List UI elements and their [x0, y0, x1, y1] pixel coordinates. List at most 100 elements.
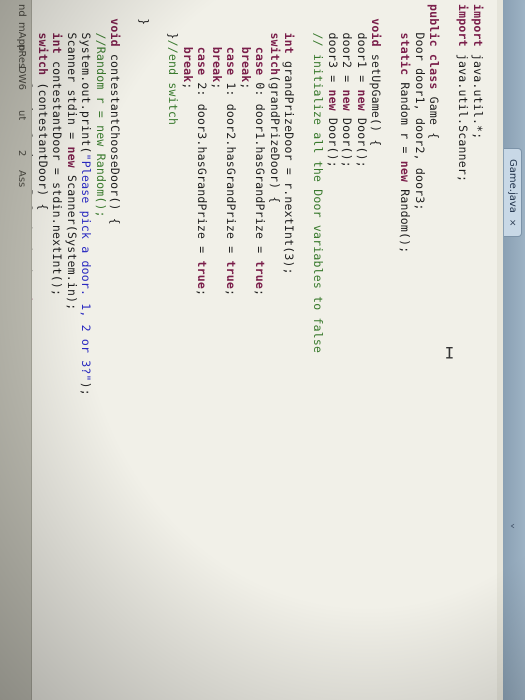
code-token: door2 = [340, 4, 355, 90]
code-token: switch [36, 32, 50, 76]
code-line[interactable]: int grandPrizeDoor = r.nextInt(3); [282, 4, 297, 396]
code-line[interactable]: Door door1, door2, door3; [413, 4, 427, 396]
code-line[interactable]: switch (contestantDoor) { [36, 4, 50, 396]
code-line[interactable]: switch(grandPrizeDoor) { [268, 4, 282, 396]
code-line[interactable] [152, 4, 167, 396]
code-line[interactable]: break; [239, 4, 253, 396]
sidebar-item[interactable]: nd [16, 4, 27, 17]
code-token: setUpGame() { [369, 46, 384, 147]
code-token: Door(); [340, 110, 355, 168]
code-token: ; [210, 82, 224, 90]
code-line[interactable]: } [137, 4, 152, 396]
code-line[interactable]: // initialize all the Door variables to … [311, 4, 326, 396]
code-token: import [456, 4, 471, 47]
code-token: case [224, 46, 239, 76]
code-token: java.util.Scanner; [456, 46, 471, 183]
sidebar-item[interactable]: DW6 [16, 66, 27, 90]
code-token: //Random r = new Random(); [94, 32, 108, 218]
code-line[interactable]: Scanner stdin = new Scanner(System.in); [65, 4, 79, 396]
code-line[interactable]: }//end switch [166, 4, 181, 396]
code-token: true [253, 260, 268, 289]
code-token: ; [253, 288, 268, 297]
sidebar-item[interactable]: nRes [16, 44, 27, 68]
code-line[interactable]: int contestantDoor = stdin.nextInt(); [50, 4, 65, 396]
code-token: ; [195, 288, 210, 297]
code-line[interactable]: door2 = new Door(); [340, 4, 355, 396]
code-token: Game { [427, 89, 442, 140]
code-token: ; [181, 82, 195, 90]
code-token: int [50, 32, 65, 54]
code-line[interactable]: //Random r = new Random(); [94, 4, 108, 396]
code-line[interactable]: import java.util.*; [471, 4, 485, 396]
close-icon[interactable]: × [507, 219, 517, 227]
tab-menu-icon[interactable]: ⌄ [505, 520, 523, 532]
sidebar-item[interactable]: Ass [16, 170, 27, 187]
code-token: break [181, 46, 195, 83]
code-token: Door door1, door2, door3; [413, 4, 427, 211]
code-token: contestantChooseDoor() { [108, 46, 123, 225]
code-token: ; [224, 288, 239, 297]
code-line[interactable]: System.out.print("Please pick a door. 1,… [79, 4, 94, 395]
code-token: 2: door3.hasGrandPrize = [195, 75, 210, 261]
code-token: void [369, 18, 384, 47]
code-token: Random(); [398, 182, 413, 254]
code-token: // initialize all the Door variables to … [311, 32, 326, 354]
code-token: break [239, 46, 253, 83]
code-token: 0: door1.hasGrandPrize = [253, 75, 268, 261]
code-token: new [340, 89, 355, 111]
code-token: (grandPrizeDoor) { [268, 75, 282, 204]
code-token: java.util.*; [471, 46, 485, 140]
code-line[interactable] [123, 4, 138, 396]
code-line[interactable]: public class Game { [427, 4, 442, 396]
code-line[interactable]: case 1: door1.chosenByContestant = true; [32, 4, 36, 396]
ide-window: Game.java × ⌄ import java.util.*; import j… [0, 0, 525, 700]
code-line[interactable]: case 1: door2.hasGrandPrize = true; [224, 4, 239, 396]
code-editor[interactable]: import java.util.*; import java.util.Scan… [32, 0, 503, 700]
code-token: import [471, 4, 485, 47]
code-token: "Please pick a door. 1, 2 or 3?" [79, 153, 94, 382]
code-token: static [398, 32, 413, 76]
code-token: new [355, 89, 369, 111]
code-token: new [326, 89, 340, 111]
code-token: case [253, 46, 268, 76]
source-code[interactable]: import java.util.*; import java.util.Scan… [32, 4, 485, 396]
code-token: (contestantDoor) { [36, 75, 50, 211]
code-token: contestantDoor = stdin.nextInt(); [50, 53, 65, 297]
code-line[interactable]: case 2: door3.hasGrandPrize = true; [195, 4, 210, 396]
code-token: 1: door1.chosenByContestant = [32, 82, 36, 289]
code-token: case [195, 46, 210, 76]
sidebar-item[interactable]: ut [16, 110, 27, 120]
code-line[interactable]: break; [181, 4, 195, 396]
code-line[interactable]: door3 = new Door(); [326, 4, 340, 396]
code-line[interactable] [442, 4, 457, 396]
sidebar-item[interactable]: 2 [16, 150, 27, 156]
code-line[interactable]: void setUpGame() { [369, 4, 384, 396]
code-token: door1 = [355, 4, 369, 90]
code-line[interactable]: void contestantChooseDoor() { [108, 4, 123, 396]
code-line[interactable]: static Random r = new Random(); [398, 4, 413, 396]
code-token: Random r = [398, 75, 413, 161]
code-token: new [398, 160, 413, 183]
tab-label: Game.java [507, 159, 518, 213]
code-line[interactable]: import java.util.Scanner; [456, 4, 471, 396]
project-sidebar: nd mApp nRes DW6 ut 2 Ass [0, 0, 32, 700]
code-token: 1: door2.hasGrandPrize = [224, 75, 239, 261]
editor-gutter [497, 0, 503, 700]
code-line[interactable] [384, 4, 399, 396]
tab-game-java[interactable]: Game.java × [504, 148, 522, 238]
code-line[interactable]: door1 = new Door(); [355, 4, 369, 396]
code-line[interactable] [297, 4, 312, 396]
code-line[interactable]: break; [210, 4, 224, 396]
code-line[interactable]: case 0: door1.hasGrandPrize = true; [253, 4, 268, 396]
code-token: ; [32, 325, 36, 332]
code-token: grandPrizeDoor = r.nextInt(3); [282, 53, 297, 275]
code-token: System.out.print( [79, 4, 94, 154]
